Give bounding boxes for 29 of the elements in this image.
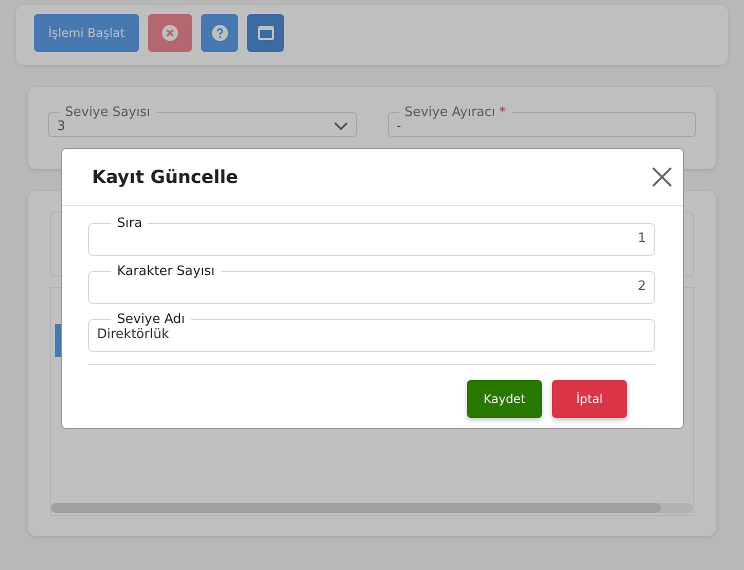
close-button[interactable] xyxy=(651,166,673,188)
help-icon xyxy=(212,25,228,41)
input-field[interactable]: Seviye Adı Direktörlük xyxy=(88,312,655,352)
field-value: 1 xyxy=(636,231,646,246)
field-label: Seviye Sayısı xyxy=(65,105,150,120)
window-button[interactable] xyxy=(247,14,284,52)
close-circle-icon xyxy=(162,25,178,41)
help-button[interactable] xyxy=(201,14,238,52)
cancel-button[interactable]: İptal xyxy=(552,380,627,418)
field-value: - xyxy=(396,119,402,134)
save-button[interactable]: Kaydet xyxy=(467,380,542,418)
close-icon xyxy=(651,166,673,188)
field-label: Seviye Ayıracı xyxy=(404,105,496,120)
cancel-button[interactable] xyxy=(148,14,192,52)
dialog-title: Kayıt Güncelle xyxy=(92,166,238,188)
required-mark: * xyxy=(499,105,506,120)
input-field[interactable]: Karakter Sayısı 2 xyxy=(88,264,655,304)
field-label: Karakter Sayısı xyxy=(117,264,215,279)
window-icon xyxy=(258,26,274,40)
field-value: 3 xyxy=(57,119,66,134)
row-highlight xyxy=(55,324,61,357)
field-label: Sıra xyxy=(117,216,142,231)
field-value: 2 xyxy=(636,279,646,294)
input-field[interactable]: Seviye Ayıracı * - xyxy=(388,105,696,137)
select-field[interactable]: Seviye Sayısı 3 xyxy=(48,105,356,137)
input-field[interactable]: Sıra 1 xyxy=(88,216,655,256)
field-label: Seviye Adı xyxy=(117,312,185,327)
chevron-down-icon xyxy=(334,122,348,131)
field-value: Direktörlük xyxy=(97,327,170,342)
